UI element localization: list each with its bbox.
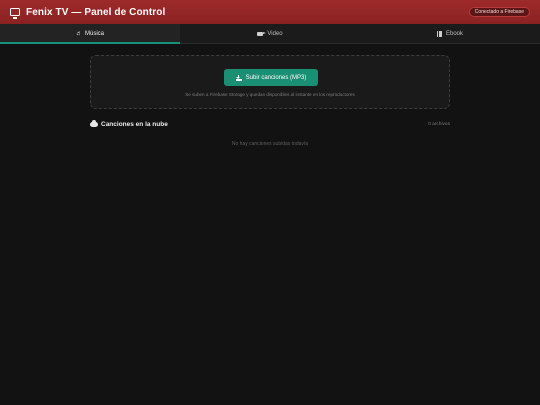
- upload-songs-button[interactable]: Subir canciones (MP3): [224, 69, 318, 86]
- songs-count: 0 archivos: [428, 121, 450, 127]
- upload-dropzone[interactable]: Subir canciones (MP3) Se suben a Firebas…: [90, 55, 450, 109]
- upload-icon: [235, 74, 242, 81]
- songs-section-header: Canciones en la nube 0 archivos: [90, 119, 450, 129]
- video-icon: [257, 31, 267, 36]
- tab-video[interactable]: Video: [180, 24, 360, 43]
- connection-status-badge: Conectado a Firebase: [468, 7, 530, 17]
- tab-music[interactable]: ♬ Música: [0, 24, 180, 44]
- tab-video-label: Video: [267, 30, 283, 37]
- app-header: Fenix TV — Panel de Control Conectado a …: [0, 0, 540, 24]
- tab-ebook[interactable]: Ebook: [360, 24, 540, 43]
- songs-section-title: Canciones en la nube: [101, 120, 168, 128]
- tab-bar: ♬ Música Video Ebook: [0, 24, 540, 44]
- tab-ebook-label: Ebook: [445, 30, 463, 37]
- music-icon: ♬: [75, 30, 82, 37]
- empty-songs-message: No hay canciones subidas todavía: [231, 141, 309, 147]
- upload-button-label: Subir canciones (MP3): [245, 74, 307, 81]
- tab-music-label: Música: [84, 30, 104, 37]
- tv-icon: [10, 8, 20, 19]
- page-title: Fenix TV — Panel de Control: [26, 6, 166, 18]
- book-icon: [436, 30, 442, 37]
- upload-hint: Se suben a Firebase Storage y quedan dis…: [185, 92, 355, 97]
- cloud-icon: [90, 119, 98, 127]
